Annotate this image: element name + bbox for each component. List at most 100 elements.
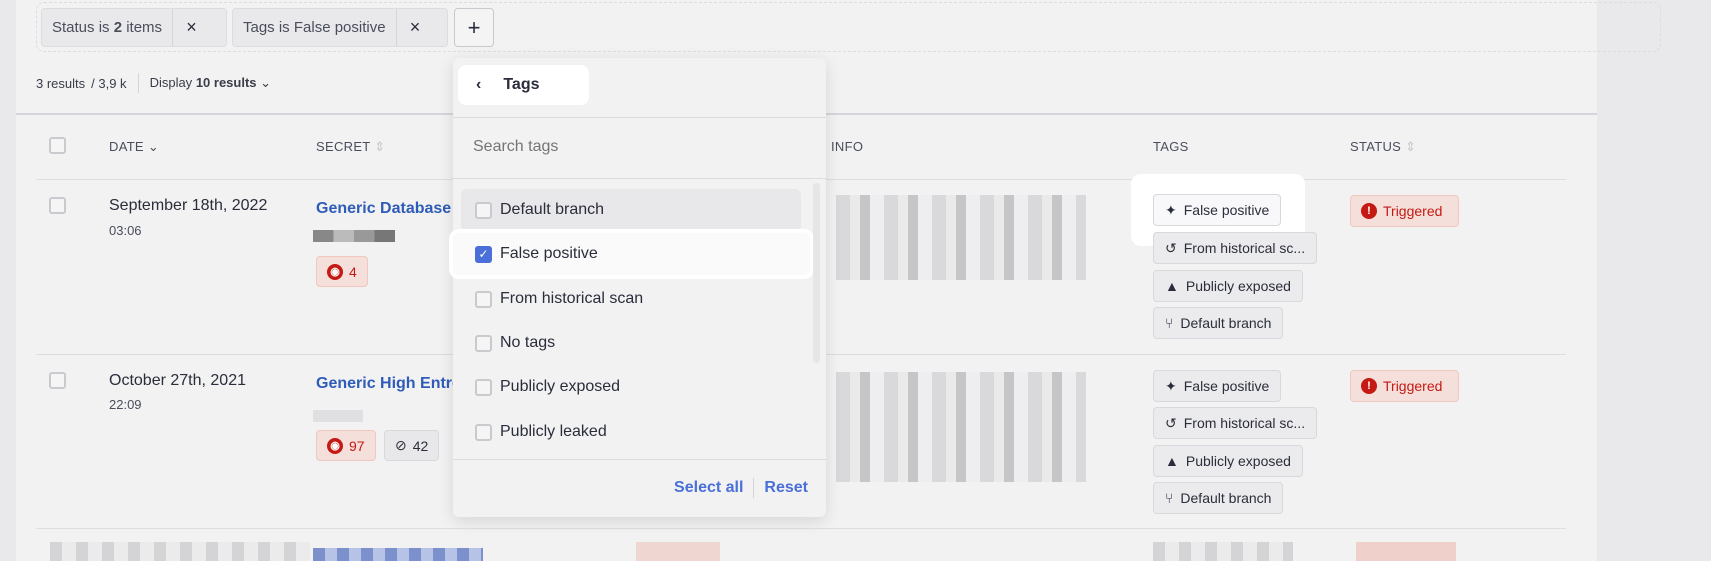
redacted-row <box>1153 542 1293 561</box>
row-date: October 27th, 2021 <box>109 372 246 389</box>
redacted-row <box>636 542 720 561</box>
tag-historical-scan: ↺ From historical sc... <box>1153 407 1318 439</box>
option-label: Publicly exposed <box>500 378 621 395</box>
tag-label: Publicly exposed <box>1185 453 1291 469</box>
row-checkbox[interactable] <box>49 372 66 389</box>
occurrence-count: ◉ 4 <box>316 256 368 287</box>
tag-label: Default branch <box>1180 490 1272 506</box>
tag-label: False positive <box>1183 202 1270 218</box>
row-checkbox[interactable] <box>49 197 66 214</box>
checkbox[interactable] <box>475 334 492 352</box>
tag-default-branch: ⑂ Default branch <box>1153 482 1284 514</box>
dropdown-title: Tags <box>503 76 540 93</box>
redacted-row <box>313 548 483 561</box>
secret-link[interactable]: Generic High Entro <box>316 375 453 393</box>
select-all-button[interactable]: Select all <box>674 479 743 497</box>
filter-chip-label: Status is 2 items <box>42 19 172 36</box>
option-publicly-leaked[interactable]: Publicly leaked <box>461 411 801 453</box>
remove-filter-icon[interactable]: × <box>395 9 434 46</box>
secret-link[interactable]: Generic Database <box>316 200 453 218</box>
column-tags: TAGS <box>1153 139 1189 154</box>
sparkles-icon: ✦ <box>1165 201 1177 218</box>
display-label: Display <box>149 75 193 90</box>
sparkles-icon: ✦ <box>1165 377 1177 394</box>
checkbox[interactable] <box>475 201 492 219</box>
scrollbar[interactable] <box>813 183 820 363</box>
row-date: September 18th, 2022 <box>109 197 268 214</box>
tag-default-branch: ⑂ Default branch <box>1153 307 1284 339</box>
checkbox[interactable] <box>475 378 492 396</box>
alert-icon: ! <box>1361 203 1377 219</box>
results-summary: 3 results / 3,9 k Display 10 results ⌄ <box>36 73 271 93</box>
tag-historical-scan: ↺ From historical sc... <box>1153 232 1318 264</box>
column-label: SECRET <box>316 139 371 154</box>
add-filter-button[interactable]: + <box>454 8 494 47</box>
option-publicly-exposed[interactable]: Publicly exposed <box>461 366 801 408</box>
display-value: 10 results <box>195 75 257 90</box>
search-tags-input[interactable] <box>473 138 803 156</box>
display-select[interactable]: Display 10 results ⌄ <box>150 75 271 91</box>
option-no-tags[interactable]: No tags <box>461 322 801 364</box>
sort-icon: ⇕ <box>374 139 386 154</box>
eye-off-icon: ⊘ <box>395 437 407 453</box>
tag-label: From historical sc... <box>1183 240 1306 256</box>
column-status[interactable]: STATUS ⇕ <box>1350 139 1416 155</box>
option-label: From historical scan <box>500 290 644 307</box>
filter-chip-tags[interactable]: Tags is False positive × <box>232 8 448 47</box>
count-value: 4 <box>349 263 357 280</box>
checkbox[interactable] <box>475 290 492 308</box>
filter-text: items <box>122 19 163 36</box>
tag-label: Publicly exposed <box>1185 278 1291 294</box>
sort-desc-icon: ⌄ <box>147 139 160 154</box>
status-label: Triggered <box>1383 203 1443 219</box>
column-label: STATUS <box>1350 139 1402 154</box>
column-secret[interactable]: SECRET ⇕ <box>316 139 385 155</box>
divider <box>137 73 139 93</box>
filter-chip-label: Tags is False positive <box>243 19 386 36</box>
option-false-positive[interactable]: ✓ False positive <box>453 233 810 275</box>
tag-publicly-exposed: ▲ Publicly exposed <box>1153 445 1303 477</box>
reset-button[interactable]: Reset <box>764 479 808 497</box>
status-label: Triggered <box>1383 378 1443 394</box>
warning-icon: ▲ <box>1165 453 1179 469</box>
divider <box>453 178 826 179</box>
option-label: Publicly leaked <box>500 423 607 440</box>
remove-filter-icon[interactable]: × <box>172 9 210 46</box>
back-button[interactable]: ‹ Tags <box>458 65 589 105</box>
row-time: 22:09 <box>109 397 142 412</box>
divider <box>453 117 826 118</box>
tag-false-positive: ✦ False positive <box>1153 194 1282 226</box>
chevron-down-icon: ⌄ <box>260 75 272 90</box>
option-default-branch[interactable]: Default branch <box>461 189 801 231</box>
checkbox[interactable] <box>475 423 492 441</box>
eye-icon: ◉ <box>327 437 343 454</box>
redacted-info <box>836 195 1086 280</box>
warning-icon: ▲ <box>1165 278 1179 294</box>
occurrence-count: ◉ 97 <box>316 430 376 461</box>
column-info: INFO <box>831 139 864 154</box>
status-badge: ! Triggered <box>1350 370 1459 402</box>
redacted-row <box>50 542 310 561</box>
divider <box>453 459 826 460</box>
divider <box>753 478 755 498</box>
alert-icon: ! <box>1361 378 1377 394</box>
divider <box>36 528 1566 529</box>
checkbox-checked[interactable]: ✓ <box>475 245 492 263</box>
sort-icon: ⇕ <box>1405 139 1417 154</box>
row-time: 03:06 <box>109 223 142 238</box>
option-from-historical-scan[interactable]: From historical scan <box>461 278 801 320</box>
tag-label: False positive <box>1183 378 1270 394</box>
count-value: 42 <box>412 437 429 454</box>
redacted-info <box>836 372 1086 482</box>
column-date[interactable]: DATE ⌄ <box>109 139 159 155</box>
filter-text: Status is <box>52 19 114 36</box>
eye-icon: ◉ <box>327 263 343 280</box>
git-branch-icon: ⑂ <box>1165 490 1174 506</box>
redacted-secret <box>313 230 395 242</box>
filter-count: 2 <box>113 19 123 36</box>
filter-chip-status[interactable]: Status is 2 items × <box>41 8 227 47</box>
redacted-secret <box>313 410 363 422</box>
status-badge: ! Triggered <box>1350 195 1459 227</box>
select-all-checkbox[interactable] <box>49 137 66 154</box>
dropdown-footer: Select all Reset <box>674 478 808 498</box>
